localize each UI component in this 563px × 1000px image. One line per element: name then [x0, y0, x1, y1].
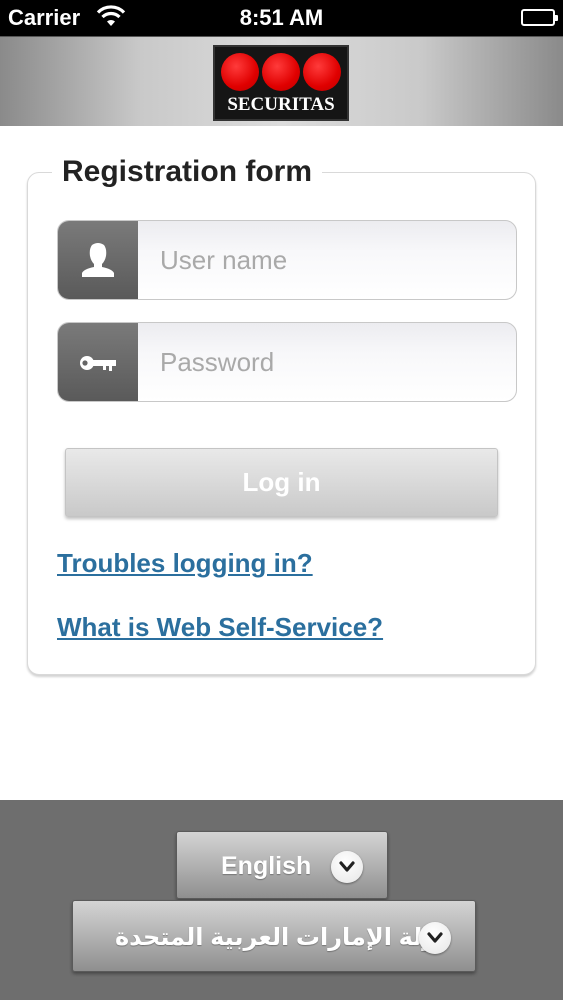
- username-input[interactable]: [138, 221, 516, 299]
- country-select-label: دولة الإمارات العربية المتحدة: [115, 924, 450, 951]
- username-field[interactable]: [57, 220, 517, 300]
- logo-text: SECURITAS: [227, 94, 335, 115]
- battery-icon: [521, 9, 558, 26]
- password-input[interactable]: [138, 323, 516, 401]
- troubles-logging-in-link[interactable]: Troubles logging in?: [57, 548, 313, 579]
- app-header: SECURITAS: [0, 36, 563, 126]
- logo-dot: [303, 53, 341, 91]
- key-icon: [58, 323, 138, 401]
- logo-dot: [221, 53, 259, 91]
- form-title: Registration form: [52, 155, 323, 189]
- password-field[interactable]: [57, 322, 517, 402]
- language-select-label: English: [221, 852, 312, 880]
- chevron-down-icon: [419, 922, 451, 954]
- user-icon: [58, 221, 138, 299]
- what-is-web-self-service-link[interactable]: What is Web Self-Service?: [57, 612, 383, 643]
- securitas-logo: SECURITAS: [213, 45, 349, 121]
- status-bar: Carrier 8:51 AM: [0, 0, 563, 36]
- status-time: 8:51 AM: [239, 5, 324, 30]
- chevron-down-icon: [331, 851, 363, 883]
- language-select[interactable]: English: [176, 831, 388, 899]
- login-button[interactable]: Log in: [65, 448, 498, 517]
- logo-dot: [262, 53, 300, 91]
- country-select[interactable]: دولة الإمارات العربية المتحدة: [72, 900, 476, 972]
